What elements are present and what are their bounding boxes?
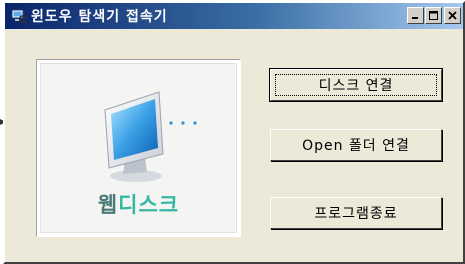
close-icon: [448, 11, 457, 20]
minimize-button[interactable]: [407, 7, 424, 24]
exit-program-button[interactable]: 프로그램종료: [270, 197, 442, 229]
minimize-icon: [412, 17, 418, 19]
logo-suffix: 디스크: [118, 193, 180, 217]
exit-program-label: 프로그램종료: [314, 206, 398, 222]
logo-prefix: 웹: [97, 193, 119, 217]
monitor-icon: [104, 91, 197, 182]
app-icon: [11, 9, 27, 24]
title-bar[interactable]: 윈도우 탐색기 접속기: [5, 3, 463, 29]
close-button[interactable]: [444, 7, 461, 24]
logo-wordmark: 웹디스크: [41, 189, 236, 219]
maximize-icon: [429, 11, 438, 20]
open-folder-label: Open 폴더 연결: [302, 138, 410, 154]
disk-connect-button[interactable]: 디스크 연결: [269, 68, 443, 102]
window-title: 윈도우 탐색기 접속기: [31, 9, 168, 25]
app-window: 윈도우 탐색기 접속기 웹디스크 디스크 연결 Open 폴더 연결 프로그램종…: [3, 1, 465, 264]
window-controls: [406, 7, 461, 24]
open-folder-button[interactable]: Open 폴더 연결: [270, 129, 442, 161]
focus-rectangle: [275, 74, 437, 96]
maximize-button[interactable]: [425, 7, 442, 24]
logo-panel: 웹디스크: [36, 59, 241, 237]
logo-background: 웹디스크: [40, 63, 237, 233]
